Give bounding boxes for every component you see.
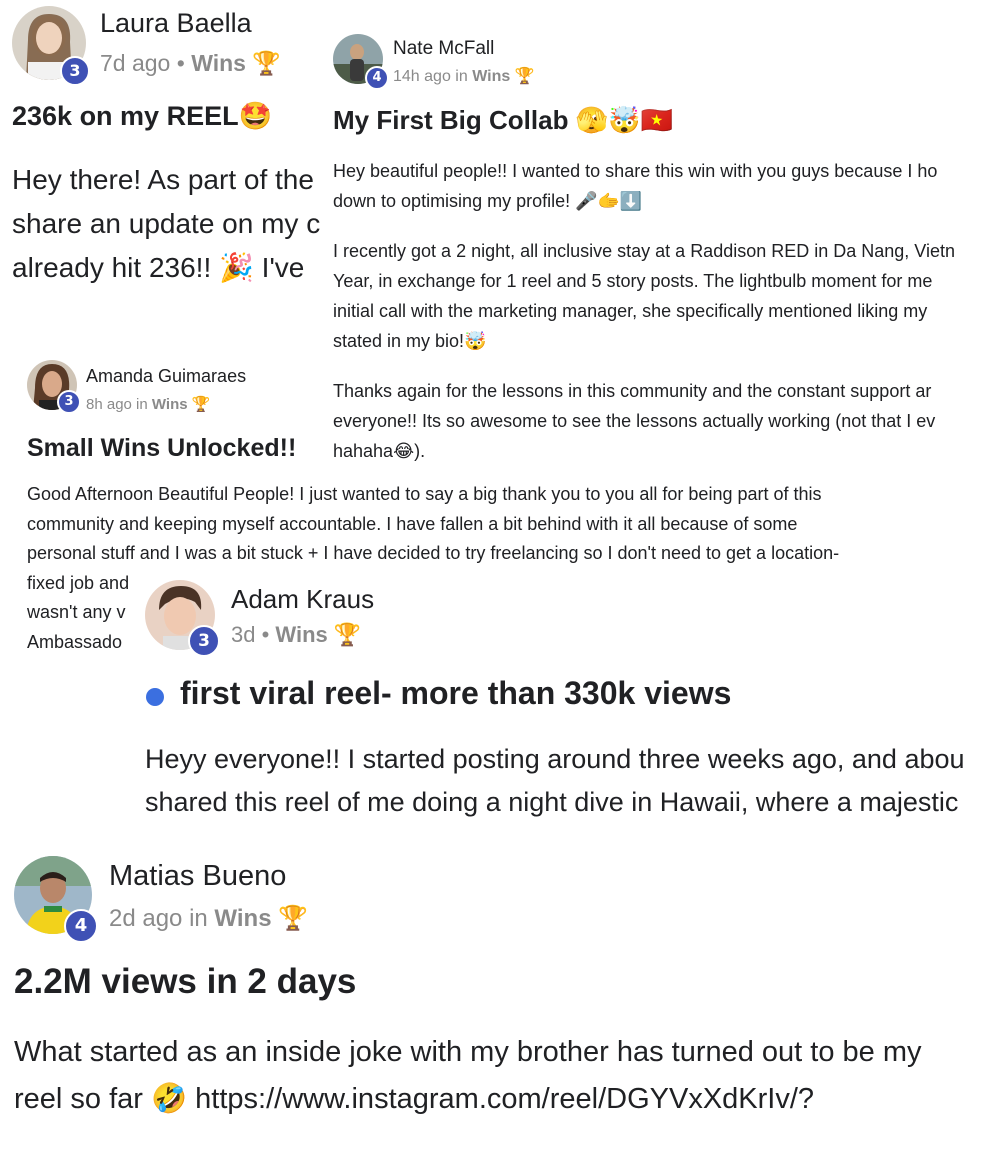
author-name[interactable]: Matias Bueno	[109, 860, 286, 893]
post-meta: 7d ago • Wins 🏆	[100, 50, 281, 77]
avatar[interactable]: 4	[333, 34, 389, 90]
category-link[interactable]: Wins	[191, 50, 246, 76]
post-title[interactable]: first viral reel- more than 330k views	[180, 675, 731, 712]
unread-dot-icon	[146, 688, 164, 706]
post-title[interactable]: 2.2M views in 2 days	[14, 962, 356, 1002]
post-time: 3d	[231, 622, 256, 647]
trophy-icon: 🏆	[333, 623, 362, 648]
category-link[interactable]: Wins	[152, 396, 188, 413]
post-time: 8h ago	[86, 396, 132, 413]
post-body: Heyy everyone!! I started posting around…	[145, 744, 965, 817]
trophy-icon: 🏆	[278, 904, 309, 932]
post-body: Hey there! As part of the share an updat…	[12, 164, 321, 283]
post-card-amanda: 3 Amanda Guimaraes 8h ago in Wins 🏆 Smal…	[0, 352, 322, 470]
post-card-nate: 4 Nate McFall 14h ago in Wins 🏆 My First…	[322, 0, 1000, 470]
trophy-icon: 🏆	[514, 66, 535, 85]
avatar[interactable]: 3	[145, 580, 220, 657]
level-badge: 3	[57, 390, 81, 414]
post-time: 14h ago	[393, 68, 451, 85]
trophy-icon: 🏆	[252, 51, 281, 77]
post-body: What started as an inside joke with my b…	[14, 1036, 922, 1115]
star-struck-icon: 🤩	[238, 101, 273, 132]
level-badge: 3	[188, 625, 220, 657]
post-meta: 8h ago in Wins 🏆	[86, 395, 211, 413]
level-badge: 4	[64, 909, 98, 943]
post-title[interactable]: 236k on my REEL🤩	[12, 100, 272, 132]
post-card-matias: 4 Matias Bueno 2d ago in Wins 🏆 2.2M vie…	[0, 834, 1000, 1150]
avatar[interactable]: 3	[27, 360, 81, 414]
post-body: Hey beautiful people!! I wanted to share…	[333, 161, 956, 461]
post-meta: 14h ago in Wins 🏆	[393, 66, 535, 85]
avatar[interactable]: 4	[14, 856, 98, 943]
category-link[interactable]: Wins	[472, 68, 510, 85]
post-time: 7d ago	[100, 50, 171, 76]
category-link[interactable]: Wins	[214, 905, 271, 932]
post-meta: 3d • Wins 🏆	[231, 622, 362, 648]
author-name[interactable]: Nate McFall	[393, 38, 494, 60]
post-meta: 2d ago in Wins 🏆	[109, 904, 309, 932]
post-time: 2d ago	[109, 905, 183, 932]
level-badge: 3	[60, 56, 90, 86]
author-name[interactable]: Laura Baella	[100, 8, 252, 39]
post-title[interactable]: Small Wins Unlocked!!	[27, 434, 296, 463]
author-name[interactable]: Adam Kraus	[231, 584, 374, 615]
author-name[interactable]: Amanda Guimaraes	[86, 366, 246, 387]
post-title[interactable]: My First Big Collab 🫣🤯🇻🇳	[333, 105, 673, 136]
title-emoji-icons: 🫣🤯🇻🇳	[575, 106, 673, 136]
trophy-icon: 🏆	[191, 395, 211, 413]
post-card-adam: 3 Adam Kraus 3d • Wins 🏆 first viral ree…	[133, 572, 1000, 834]
level-badge: 4	[365, 66, 389, 90]
avatar[interactable]: 3	[12, 6, 90, 86]
category-link[interactable]: Wins	[275, 622, 327, 647]
post-card-laura: 3 Laura Baella 7d ago • Wins 🏆 236k on m…	[0, 0, 330, 300]
